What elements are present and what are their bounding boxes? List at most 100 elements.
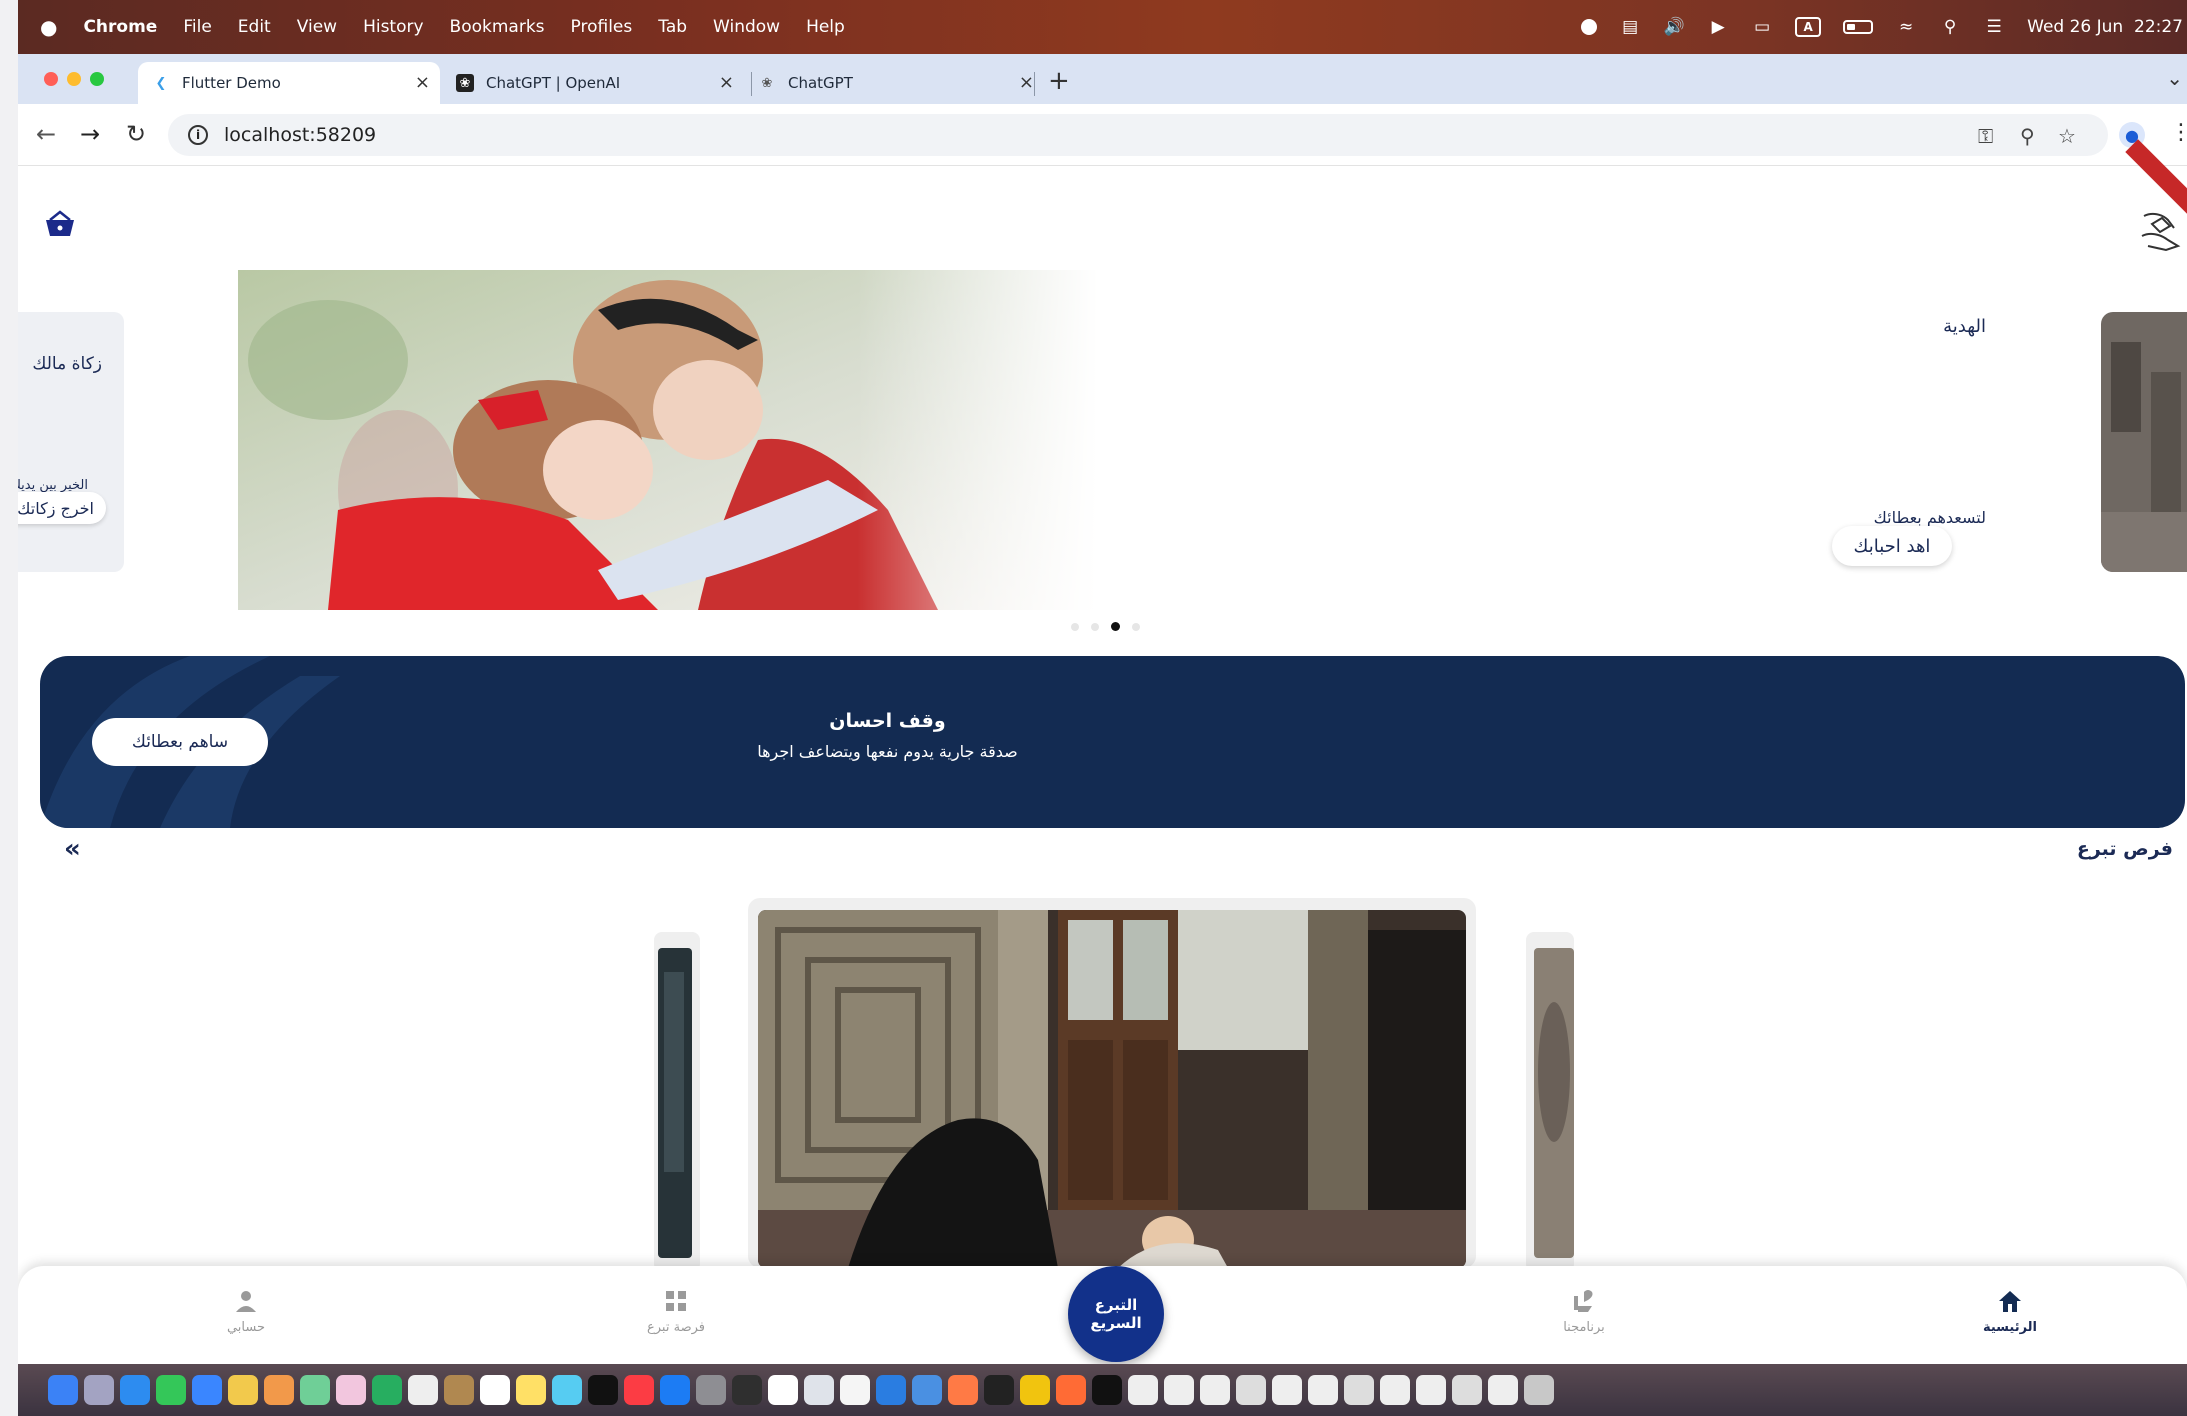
volume-icon[interactable]: 🔊	[1663, 17, 1685, 37]
menu-help[interactable]: Help	[806, 17, 845, 37]
swift-icon[interactable]	[948, 1375, 978, 1405]
facetime-icon[interactable]	[372, 1375, 402, 1405]
calendar-icon[interactable]	[408, 1375, 438, 1405]
play-icon[interactable]: ▶	[1707, 17, 1729, 37]
clock[interactable]: Wed 26 Jun 22:27	[2027, 17, 2183, 37]
address-bar[interactable]: i localhost:58209	[168, 114, 2108, 156]
trash-icon[interactable]	[1524, 1375, 1554, 1405]
apple-menu-icon[interactable]: ●	[40, 15, 57, 39]
close-tab-icon[interactable]: ×	[1019, 72, 1034, 93]
record-icon[interactable]	[1581, 19, 1598, 35]
basket-icon[interactable]	[44, 210, 76, 238]
launchpad-icon[interactable]	[84, 1375, 114, 1405]
url-text[interactable]: localhost:58209	[224, 124, 376, 146]
tab-chatgpt-openai[interactable]: ❀ ChatGPT | OpenAI ×	[442, 62, 744, 104]
chrome-icon[interactable]	[228, 1375, 258, 1405]
site-info-icon[interactable]: i	[188, 125, 208, 145]
hero-card-gift[interactable]: الهدية لتسعدهم بعطائك اهد احبابك	[238, 270, 2048, 610]
bookmark-star-icon[interactable]: ☆	[2058, 124, 2076, 148]
tab-search-chevron-icon[interactable]: ⌄	[2166, 66, 2183, 90]
nav-home[interactable]: الرئيسية	[1950, 1288, 2070, 1335]
vscode-icon[interactable]	[912, 1375, 942, 1405]
pay-zakat-button[interactable]: اخرج زكاتك	[18, 492, 106, 524]
zoom-window-button[interactable]	[90, 72, 104, 86]
terminal-icon[interactable]	[732, 1375, 762, 1405]
menu-view[interactable]: View	[297, 17, 337, 37]
battery-icon[interactable]	[1843, 20, 1874, 34]
close-tab-icon[interactable]: ×	[719, 72, 734, 93]
music-icon[interactable]	[624, 1375, 654, 1405]
gift-loved-ones-button[interactable]: اهد احبابك	[1832, 526, 1952, 566]
freeform-icon[interactable]	[552, 1375, 582, 1405]
zoom-icon[interactable]: ⚲	[2020, 124, 2035, 148]
menu-profiles[interactable]: Profiles	[571, 17, 633, 37]
more-menu-icon[interactable]: ⋮	[2170, 120, 2187, 145]
next-slide-peek-image[interactable]	[2101, 312, 2187, 572]
wifi-icon[interactable]: ≈	[1895, 17, 1917, 37]
menu-history[interactable]: History	[363, 17, 423, 37]
window-thumbnail[interactable]	[1092, 1375, 1122, 1405]
donation-card[interactable]	[748, 898, 1476, 1268]
window-thumbnail[interactable]	[1416, 1375, 1446, 1405]
notes-icon[interactable]	[516, 1375, 546, 1405]
back-arrow-icon[interactable]: ←	[36, 120, 56, 148]
donation-card-peek-left[interactable]	[654, 932, 700, 1272]
pages-icon[interactable]	[768, 1375, 798, 1405]
contacts-icon[interactable]	[444, 1375, 474, 1405]
display-icon[interactable]: ▭	[1751, 17, 1773, 37]
app-store-icon[interactable]	[660, 1375, 690, 1405]
close-tab-icon[interactable]: ×	[415, 72, 430, 93]
carousel-dot[interactable]	[1091, 622, 1099, 631]
charity-hand-logo-icon[interactable]	[2138, 206, 2182, 256]
android-studio-icon[interactable]	[984, 1375, 1014, 1405]
new-tab-button[interactable]: +	[1048, 66, 1070, 96]
pasta-icon[interactable]: ▤	[1619, 17, 1641, 37]
window-thumbnail[interactable]	[1200, 1375, 1230, 1405]
messages-icon[interactable]	[156, 1375, 186, 1405]
window-thumbnail[interactable]	[1272, 1375, 1302, 1405]
window-thumbnail[interactable]	[1236, 1375, 1266, 1405]
control-center-icon[interactable]: ☰	[1983, 17, 2005, 37]
donation-card-peek-right[interactable]	[1526, 932, 1574, 1272]
minimize-window-button[interactable]	[67, 72, 81, 86]
window-thumbnail[interactable]	[1344, 1375, 1374, 1405]
mail-icon[interactable]	[192, 1375, 222, 1405]
password-key-icon[interactable]: ⚿	[1978, 124, 1993, 148]
safari-icon[interactable]	[120, 1375, 150, 1405]
chrome-canary-icon[interactable]	[264, 1375, 294, 1405]
chrome-icon[interactable]	[1020, 1375, 1050, 1405]
window-thumbnail[interactable]	[1128, 1375, 1158, 1405]
see-more-chevron-icon[interactable]: «	[64, 834, 81, 864]
contribute-button[interactable]: ساهم بعطائك	[92, 718, 268, 766]
nav-our-programs[interactable]: برنامجنا	[1524, 1288, 1644, 1335]
menu-bookmarks[interactable]: Bookmarks	[450, 17, 545, 37]
photos-icon[interactable]	[336, 1375, 366, 1405]
input-source-icon[interactable]: A	[1795, 17, 1822, 37]
menu-window[interactable]: Window	[713, 17, 780, 37]
quick-donate-button[interactable]: التبرع السريع	[1068, 1266, 1164, 1362]
menu-tab[interactable]: Tab	[658, 17, 687, 37]
window-thumbnail[interactable]	[1380, 1375, 1410, 1405]
window-thumbnail[interactable]	[1308, 1375, 1338, 1405]
preview-icon[interactable]	[804, 1375, 834, 1405]
carousel-dot[interactable]	[1132, 622, 1140, 631]
window-thumbnail[interactable]	[1164, 1375, 1194, 1405]
reload-icon[interactable]: ↻	[126, 120, 146, 148]
window-thumbnail[interactable]	[1488, 1375, 1518, 1405]
sublime-icon[interactable]	[1056, 1375, 1086, 1405]
apple-tv-icon[interactable]	[588, 1375, 618, 1405]
close-window-button[interactable]	[44, 72, 58, 86]
tab-chatgpt[interactable]: ❀ ChatGPT ×	[744, 62, 1044, 104]
textedit-icon[interactable]	[840, 1375, 870, 1405]
maps-icon[interactable]	[300, 1375, 330, 1405]
carousel-dot-active[interactable]	[1111, 622, 1120, 631]
menu-edit[interactable]: Edit	[238, 17, 271, 37]
finder-icon[interactable]	[48, 1375, 78, 1405]
forward-arrow-icon[interactable]: →	[80, 120, 100, 148]
nav-donation-opportunity[interactable]: فرصة تبرع	[616, 1288, 736, 1335]
promo-card-zakat[interactable]: زكاة مالك الخير بين يديك اخرج زكاتك	[18, 312, 124, 572]
app-menu[interactable]: Chrome	[83, 17, 157, 37]
reminders-icon[interactable]	[480, 1375, 510, 1405]
system-settings-icon[interactable]	[696, 1375, 726, 1405]
tab-flutter-demo[interactable]: ❮ Flutter Demo ×	[138, 62, 440, 104]
